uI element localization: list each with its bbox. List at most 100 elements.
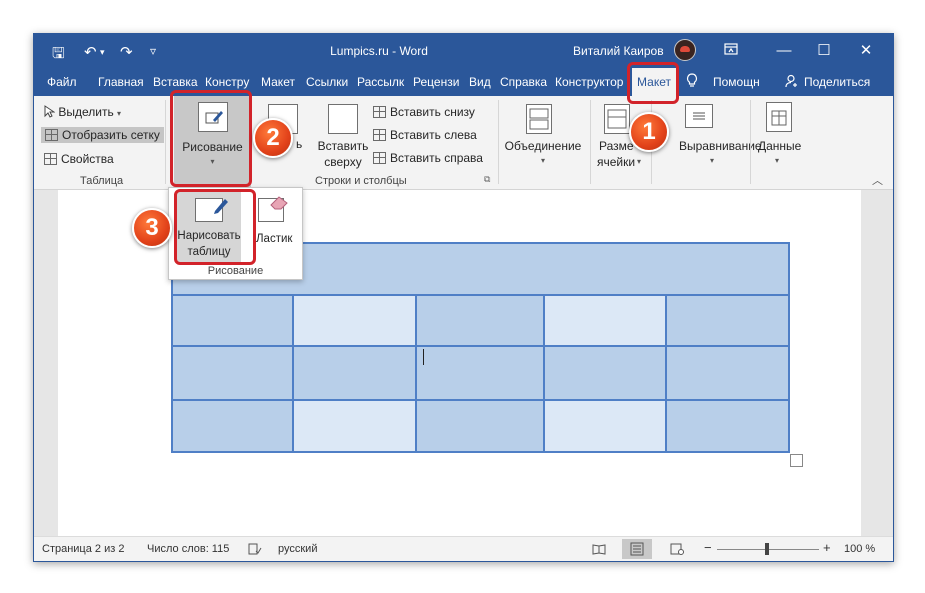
- alignment-icon[interactable]: [685, 104, 713, 128]
- insert-right-button[interactable]: Вставить справа: [373, 151, 483, 165]
- customize-qat-icon[interactable]: ▿: [150, 44, 156, 58]
- highlight-draw-table: [174, 189, 256, 265]
- share-button[interactable]: Поделиться: [804, 68, 870, 96]
- ribbon-tabs: Файл Главная Вставка Констру Макет Ссылк…: [34, 68, 893, 96]
- tab-mailings[interactable]: Рассылк: [357, 68, 407, 96]
- ribbon-display-options-icon[interactable]: [719, 40, 743, 62]
- language-label[interactable]: русский: [278, 543, 317, 555]
- chevron-down-icon: ▾: [637, 157, 642, 166]
- web-layout-icon[interactable]: [670, 543, 684, 558]
- table-resize-handle[interactable]: [790, 454, 803, 467]
- table-cell[interactable]: [543, 399, 667, 453]
- maximize-button[interactable]: ☐: [812, 40, 836, 62]
- eraser-label: Ластик: [256, 233, 293, 245]
- undo-icon[interactable]: ↶: [84, 43, 97, 61]
- cell-size-label-1[interactable]: Разме: [599, 139, 634, 153]
- chevron-down-icon: ▾: [775, 156, 780, 165]
- print-layout-icon[interactable]: [622, 539, 652, 559]
- tell-me-search[interactable]: Помощн: [713, 68, 760, 96]
- save-icon[interactable]: 🖫: [52, 43, 65, 68]
- table-cell[interactable]: [171, 399, 294, 453]
- close-button[interactable]: ✕: [854, 40, 878, 62]
- group-separator: [498, 100, 499, 184]
- table-cell[interactable]: [292, 345, 417, 401]
- tab-help[interactable]: Справка: [500, 68, 547, 96]
- select-button[interactable]: Выделить ▾: [44, 105, 121, 119]
- insert-above-icon[interactable]: [328, 104, 358, 134]
- highlight-draw-button: [170, 90, 252, 187]
- status-bar: Страница 2 из 2 Число слов: 115 русский …: [34, 536, 893, 561]
- merge-icon[interactable]: [526, 104, 552, 134]
- properties-label: Свойства: [61, 152, 114, 166]
- delete-label-partial: ь: [296, 137, 303, 151]
- text-cursor: [423, 349, 424, 365]
- chevron-down-icon: ▾: [540, 156, 545, 165]
- proofing-icon[interactable]: [248, 543, 262, 558]
- collapse-ribbon-icon[interactable]: ︿: [872, 172, 883, 188]
- highlight-layout-tab: [627, 62, 679, 104]
- data-icon[interactable]: [766, 102, 792, 132]
- tab-table-design[interactable]: Конструктор: [555, 68, 623, 96]
- page-count[interactable]: Страница 2 из 2: [42, 543, 124, 555]
- insert-left-label: Вставить слева: [390, 128, 477, 142]
- data-button[interactable]: Данные: [758, 139, 801, 153]
- group-label-rows-columns: Строки и столбцы: [315, 175, 407, 187]
- cell-size-icon[interactable]: [604, 104, 630, 134]
- callout-badge-3: 3: [132, 208, 172, 248]
- show-grid-button[interactable]: Отобразить сетку: [41, 127, 164, 143]
- insert-above-label-2[interactable]: сверху: [311, 155, 375, 169]
- tab-home[interactable]: Главная: [98, 68, 144, 96]
- cell-size-label-2[interactable]: ячейки: [597, 155, 635, 169]
- table-cell[interactable]: [415, 294, 545, 347]
- insert-right-icon: [373, 152, 386, 164]
- insert-below-button[interactable]: Вставить снизу: [373, 105, 475, 119]
- insert-left-icon: [373, 129, 386, 141]
- tab-layout[interactable]: Макет: [261, 68, 295, 96]
- eraser-icon: [270, 196, 288, 210]
- table-cell[interactable]: [292, 294, 417, 347]
- group-label-table: Таблица: [80, 175, 124, 187]
- redo-icon[interactable]: ↷: [120, 43, 133, 61]
- table-cell[interactable]: [543, 294, 667, 347]
- merge-button[interactable]: Объединение: [504, 139, 582, 153]
- group-separator: [750, 100, 751, 184]
- lightbulb-icon[interactable]: [686, 68, 698, 96]
- user-name[interactable]: Виталий Каиров: [573, 44, 664, 58]
- read-mode-icon[interactable]: [592, 543, 606, 558]
- insert-left-button[interactable]: Вставить слева: [373, 128, 477, 142]
- undo-dropdown-icon[interactable]: ▾: [100, 47, 105, 58]
- tab-view[interactable]: Вид: [469, 68, 491, 96]
- chevron-down-icon: ▾: [117, 109, 122, 118]
- table-cell[interactable]: [543, 345, 667, 401]
- zoom-out-button[interactable]: −: [704, 540, 712, 555]
- ribbon: Выделить ▾ Отобразить сетку Свойства Таб…: [34, 96, 893, 190]
- table-cell[interactable]: [665, 294, 790, 347]
- properties-button[interactable]: Свойства: [44, 152, 114, 166]
- avatar[interactable]: [674, 39, 696, 61]
- dropdown-group-label: Рисование: [207, 265, 264, 277]
- dialog-launcher-icon[interactable]: ⧉: [484, 174, 490, 185]
- zoom-in-button[interactable]: +: [823, 540, 831, 555]
- table-cell[interactable]: [415, 399, 545, 453]
- table-cell[interactable]: [665, 345, 790, 401]
- tab-review[interactable]: Рецензи: [413, 68, 461, 96]
- share-person-icon[interactable]: [785, 68, 799, 96]
- table-cell[interactable]: [415, 345, 545, 401]
- table-cell[interactable]: [171, 345, 294, 401]
- table-cell[interactable]: [292, 399, 417, 453]
- properties-icon: [44, 153, 57, 165]
- minimize-button[interactable]: —: [772, 40, 796, 62]
- group-separator: [165, 100, 166, 184]
- select-label: Выделить: [58, 105, 114, 119]
- tab-references[interactable]: Ссылки: [306, 68, 348, 96]
- tab-file[interactable]: Файл: [47, 68, 77, 96]
- insert-right-label: Вставить справа: [390, 151, 483, 165]
- zoom-slider-thumb[interactable]: [765, 543, 769, 555]
- table-cell[interactable]: [171, 294, 294, 347]
- cursor-arrow-icon: [44, 105, 56, 118]
- zoom-level[interactable]: 100 %: [844, 543, 875, 555]
- word-count[interactable]: Число слов: 115: [147, 543, 229, 555]
- insert-above-label-1[interactable]: Вставить: [311, 139, 375, 153]
- table-cell[interactable]: [665, 399, 790, 453]
- insert-below-icon: [373, 106, 386, 118]
